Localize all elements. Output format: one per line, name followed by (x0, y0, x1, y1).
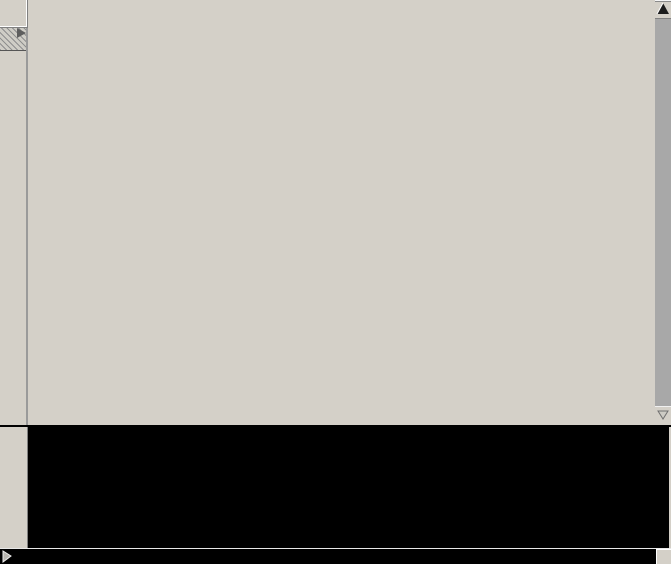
down-arrow-icon (655, 407, 671, 424)
frequency-ruler (28, 0, 655, 28)
scroll-up-button[interactable] (655, 0, 671, 19)
scrollbar-corner (656, 549, 671, 564)
up-arrow-icon (655, 0, 671, 17)
time-ruler (0, 28, 28, 425)
frequency-ruler-ticks (28, 0, 655, 28)
spectrum-plot (28, 427, 652, 548)
time-ruler-ticks (0, 28, 26, 425)
scroll-right-button[interactable] (0, 549, 14, 564)
scroll-down-button[interactable] (655, 406, 671, 425)
right-arrow-icon (0, 549, 14, 564)
time-position-marker-icon (17, 28, 26, 38)
spectrum-panel (0, 425, 671, 548)
spectrogram-display[interactable] (28, 28, 655, 425)
vertical-scrollbar[interactable] (655, 0, 671, 425)
vertical-scroll-thumb[interactable] (655, 0, 671, 2)
horizontal-scrollbar[interactable] (0, 549, 671, 564)
ruler-corner-cell (0, 0, 28, 28)
db-ruler (0, 427, 28, 548)
spectrogram-app-window (0, 0, 671, 564)
intensity-colorbar (654, 427, 669, 546)
